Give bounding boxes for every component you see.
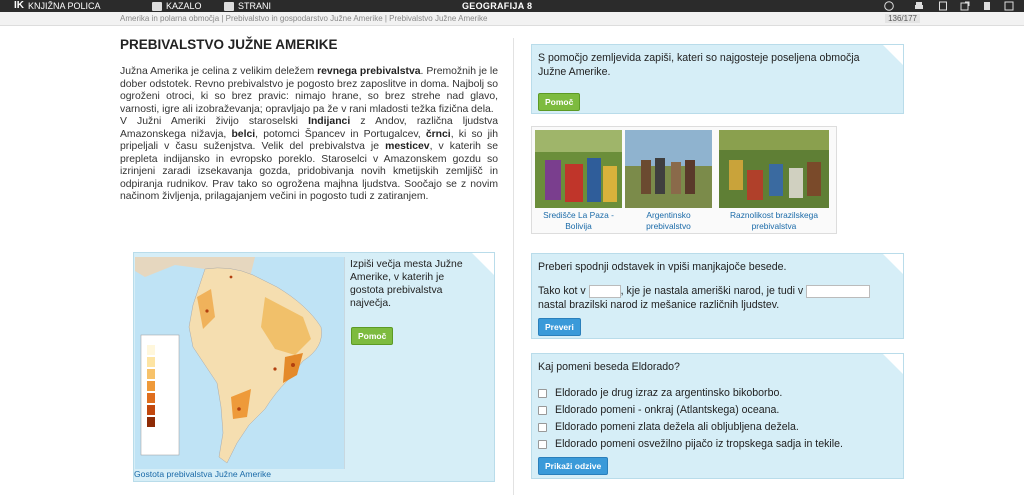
pages-button[interactable]: STRANI: [224, 0, 271, 12]
box-corner: [883, 354, 903, 374]
notes-icon[interactable]: [938, 1, 948, 11]
checkbox[interactable]: [538, 439, 547, 449]
box-corner: [883, 254, 903, 274]
pages-icon: [224, 1, 234, 11]
map-help-button[interactable]: Pomoč: [351, 327, 394, 345]
task2-box: Preberi spodnji odstavek in vpiši manjka…: [531, 253, 904, 339]
column-divider: [513, 38, 514, 495]
show-answers-button[interactable]: Prikaži odzive: [538, 457, 609, 475]
photo-argentina[interactable]: [625, 130, 712, 208]
map-task-box: Gostota prebivalstva Južne Amerike Izpiš…: [133, 252, 495, 482]
paragraph-2: V Južni Ameriki živijo staroselski Indij…: [120, 116, 498, 202]
task2-instruction: Preberi spodnji odstavek in vpiši manjka…: [538, 261, 787, 273]
task1-question: S pomočjo zemljevida zapiši, kateri so n…: [538, 52, 860, 78]
fullscreen-icon[interactable]: [1004, 1, 1014, 11]
page-counter: 136/177: [885, 14, 920, 23]
task3-box: Kaj pomeni beseda Eldorado? Eldorado je …: [531, 353, 904, 479]
task2-sentence: Tako kot v , kje je nastala ameriški nar…: [538, 284, 893, 312]
external-link-icon[interactable]: [960, 1, 970, 11]
photo-caption-la-paz[interactable]: Središče La Paza - Bolivija: [535, 210, 622, 232]
book-title: GEOGRAFIJA 8: [462, 1, 533, 11]
map-question: Izpiši večja mesta Južne Amerike, v kate…: [350, 259, 463, 309]
cc-license-icon[interactable]: [884, 1, 894, 11]
paragraph-1: Južna Amerika je celina z velikim deleže…: [120, 66, 498, 115]
eldorado-option-1[interactable]: Eldorado je drug izraz za argentinsko bi…: [538, 387, 782, 399]
list-icon: [152, 1, 162, 11]
checkbox[interactable]: [538, 422, 547, 432]
toc-label: KAZALO: [166, 1, 202, 11]
checkbox[interactable]: [538, 388, 547, 398]
sub-header: Amerika in polarna območja | Prebivalstv…: [0, 12, 1024, 26]
eldorado-option-4[interactable]: Eldorado pomeni osvežilno pijačo iz trop…: [538, 438, 843, 450]
photo-brazil[interactable]: [719, 130, 829, 208]
blank-input-1[interactable]: [588, 284, 621, 298]
toc-button[interactable]: KAZALO: [152, 0, 202, 12]
photo-caption-argentina[interactable]: Argentinsko prebivalstvo: [625, 210, 712, 232]
photo-caption-brazil[interactable]: Raznolikost brazilskega prebivalstva: [719, 210, 829, 232]
print-icon[interactable]: [914, 1, 924, 11]
checkbox[interactable]: [538, 405, 547, 415]
breadcrumb: Amerika in polarna območja | Prebivalstv…: [120, 14, 488, 23]
population-density-map[interactable]: [135, 257, 345, 469]
photo-la-paz[interactable]: [535, 130, 622, 208]
logo-icon: IK: [14, 0, 24, 11]
eldorado-option-2[interactable]: Eldorado pomeni - onkraj (Atlantskega) o…: [538, 404, 779, 416]
task1-help-button[interactable]: Pomoč: [538, 93, 581, 111]
article-body: Južna Amerika je celina z velikim deleže…: [120, 66, 498, 204]
blank-input-2[interactable]: [806, 284, 871, 298]
map-caption[interactable]: Gostota prebivalstva Južne Amerike: [134, 469, 271, 479]
bookmark-icon[interactable]: [982, 1, 992, 11]
photo-gallery: Središče La Paza - Bolivija Argentinsko …: [531, 126, 837, 234]
task3-question: Kaj pomeni beseda Eldorado?: [538, 361, 680, 373]
eldorado-option-3[interactable]: Eldorado pomeni zlata dežela ali obljubl…: [538, 421, 799, 433]
library-label: KNJIŽNA POLICA: [28, 1, 101, 11]
top-toolbar: IK KNJIŽNA POLICA KAZALO STRANI GEOGRAFI…: [0, 0, 1024, 12]
library-button[interactable]: IK KNJIŽNA POLICA: [14, 0, 101, 12]
page-title: PREBIVALSTVO JUŽNE AMERIKE: [120, 37, 338, 52]
task1-box: S pomočjo zemljevida zapiši, kateri so n…: [531, 44, 904, 114]
check-button[interactable]: Preveri: [538, 318, 581, 336]
box-corner: [883, 45, 903, 65]
pages-label: STRANI: [238, 1, 272, 11]
box-corner: [472, 253, 494, 275]
